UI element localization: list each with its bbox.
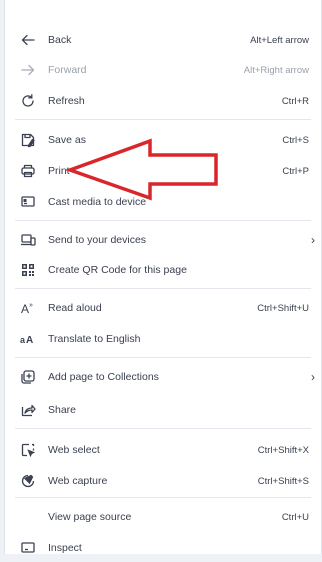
context-menu: Back Alt+Left arrow Forward Alt+Right ar… bbox=[4, 0, 322, 554]
menu-divider bbox=[15, 119, 311, 120]
menu-item-label: Forward bbox=[48, 64, 87, 76]
back-arrow-icon bbox=[19, 31, 37, 49]
menu-item-create-qr-code[interactable]: Create QR Code for this page bbox=[5, 256, 321, 284]
menu-item-label: Print bbox=[48, 165, 70, 177]
menu-item-send-to-devices[interactable]: Send to your devices › bbox=[5, 226, 321, 254]
menu-item-label: Send to your devices bbox=[48, 234, 147, 246]
print-icon bbox=[19, 162, 37, 180]
svg-text:A: A bbox=[26, 335, 33, 346]
menu-divider bbox=[15, 357, 311, 358]
menu-item-shortcut: Ctrl+Shift+U bbox=[257, 302, 309, 314]
menu-item-back[interactable]: Back Alt+Left arrow bbox=[5, 26, 321, 54]
svg-text:A: A bbox=[21, 302, 29, 316]
menu-item-translate[interactable]: aA Translate to English bbox=[5, 325, 321, 353]
menu-item-label: Cast media to device bbox=[48, 196, 147, 208]
chevron-right-icon: › bbox=[311, 233, 315, 247]
qr-code-icon bbox=[19, 261, 37, 279]
forward-arrow-icon bbox=[19, 61, 37, 79]
menu-item-shortcut: Ctrl+S bbox=[282, 134, 309, 146]
menu-item-shortcut: Ctrl+Shift+X bbox=[257, 444, 309, 456]
menu-item-forward[interactable]: Forward Alt+Right arrow bbox=[5, 56, 321, 84]
menu-item-label: Translate to English bbox=[48, 333, 141, 345]
save-as-icon bbox=[19, 131, 37, 149]
menu-item-save-as[interactable]: Save as Ctrl+S bbox=[5, 126, 321, 154]
chevron-right-icon: › bbox=[311, 370, 315, 384]
menu-item-shortcut: Ctrl+P bbox=[282, 165, 309, 177]
menu-divider bbox=[15, 220, 311, 221]
menu-item-label: Web capture bbox=[48, 475, 108, 487]
menu-item-web-capture[interactable]: Web capture Ctrl+Shift+S bbox=[5, 467, 321, 495]
read-aloud-icon: A» bbox=[19, 299, 37, 317]
menu-item-shortcut: Ctrl+Shift+S bbox=[257, 475, 309, 487]
menu-item-label: Share bbox=[48, 404, 77, 416]
svg-text:»: » bbox=[29, 302, 33, 309]
menu-item-label: Back bbox=[48, 34, 72, 46]
menu-item-add-to-collections[interactable]: Add page to Collections › bbox=[5, 363, 321, 391]
refresh-icon bbox=[19, 92, 37, 110]
menu-item-label: Create QR Code for this page bbox=[48, 264, 187, 276]
menu-item-shortcut: Alt+Right arrow bbox=[243, 64, 309, 76]
menu-item-inspect[interactable]: Inspect bbox=[5, 534, 321, 562]
menu-item-share[interactable]: Share bbox=[5, 396, 321, 424]
menu-item-shortcut: Alt+Left arrow bbox=[250, 34, 309, 46]
menu-item-view-page-source[interactable]: View page source Ctrl+U bbox=[5, 503, 321, 531]
menu-item-print[interactable]: Print Ctrl+P bbox=[5, 157, 321, 185]
menu-item-refresh[interactable]: Refresh Ctrl+R bbox=[5, 87, 321, 115]
web-capture-icon bbox=[19, 472, 37, 490]
web-select-icon bbox=[19, 441, 37, 459]
menu-item-label: Inspect bbox=[48, 542, 82, 554]
share-icon bbox=[19, 401, 37, 419]
translate-icon: aA bbox=[19, 330, 37, 348]
menu-item-label: Add page to Collections bbox=[48, 371, 159, 383]
inspect-icon bbox=[19, 539, 37, 557]
collections-icon bbox=[19, 368, 37, 386]
menu-item-label: Read aloud bbox=[48, 302, 102, 314]
menu-item-label: View page source bbox=[48, 511, 132, 523]
menu-item-label: Web select bbox=[48, 444, 100, 456]
menu-item-shortcut: Ctrl+R bbox=[281, 95, 309, 107]
menu-divider bbox=[15, 288, 311, 289]
menu-item-label: Save as bbox=[48, 134, 86, 146]
cut-off-menu-edge bbox=[5, 0, 321, 18]
menu-item-cast-media[interactable]: Cast media to device bbox=[5, 188, 321, 216]
menu-item-shortcut: Ctrl+U bbox=[281, 511, 309, 523]
menu-item-read-aloud[interactable]: A» Read aloud Ctrl+Shift+U bbox=[5, 294, 321, 322]
cast-icon bbox=[19, 193, 37, 211]
menu-item-web-select[interactable]: Web select Ctrl+Shift+X bbox=[5, 436, 321, 464]
menu-divider bbox=[15, 428, 311, 429]
menu-divider bbox=[15, 497, 311, 498]
send-to-devices-icon bbox=[19, 231, 37, 249]
menu-item-label: Refresh bbox=[48, 95, 85, 107]
